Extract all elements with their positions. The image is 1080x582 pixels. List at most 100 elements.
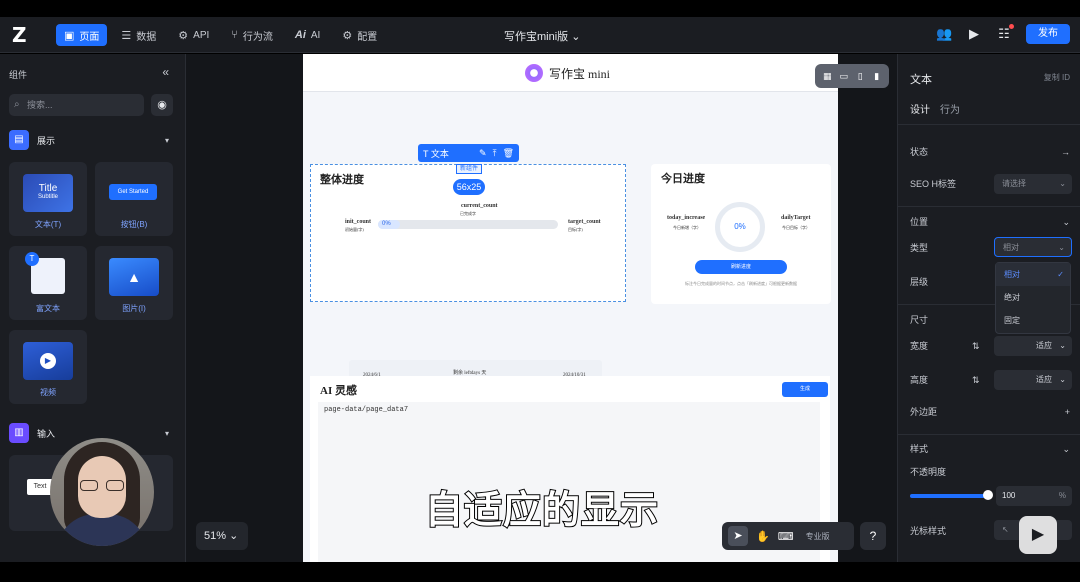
- daily-target: dailyTarget: [781, 215, 811, 221]
- style-label: 样式: [910, 444, 929, 454]
- seo-label: SEO H标签: [910, 179, 957, 189]
- richtext-thumbnail: T: [25, 252, 65, 294]
- section-input-label: 输入: [37, 428, 56, 439]
- nav-api[interactable]: ⚙ API: [170, 24, 217, 46]
- opacity-input[interactable]: 100%: [996, 486, 1072, 506]
- section-display[interactable]: ▤ 展示 ▾: [9, 130, 169, 150]
- thumb-title: Title: [38, 183, 58, 194]
- card-label: 文本(T): [34, 220, 62, 229]
- component-card-text[interactable]: Title Subtitle 文本(T): [9, 162, 87, 236]
- opacity-slider[interactable]: [910, 490, 993, 500]
- presenter-glasses: [80, 480, 124, 491]
- width-select[interactable]: 适应 ⌄: [994, 336, 1072, 356]
- margin-row[interactable]: 外边距 +: [910, 402, 1070, 422]
- left-days: 剩余 leftdays 天: [453, 371, 487, 376]
- height-select[interactable]: 适应 ⌄: [994, 370, 1072, 390]
- mobile-icon[interactable]: ▮: [872, 71, 882, 81]
- nav-ai-label: AI: [310, 29, 321, 41]
- position-label: 位置: [910, 217, 929, 227]
- option-fixed[interactable]: 固定: [996, 309, 1070, 332]
- flow-icon: ⑂: [231, 29, 238, 41]
- section-display-label: 展示: [37, 135, 56, 146]
- chevron-down-icon: ⌄: [1059, 179, 1066, 188]
- copy-id-button[interactable]: 复制 ID: [1044, 72, 1070, 83]
- properties-title: 文本: [910, 74, 932, 86]
- top-bar: Z ▣ 页面 ☰ 数据 ⚙ API ⑂ 行为流 Ai AI ⚙ 配置 写作宝mini版 ⌄ …: [0, 17, 1080, 53]
- nav-data[interactable]: ☰ 数据: [113, 24, 164, 46]
- component-tag[interactable]: 新组件: [456, 164, 482, 174]
- github-icon[interactable]: ◉: [151, 94, 173, 116]
- properties-tabs: 设计 行为: [910, 101, 960, 116]
- users-icon[interactable]: 👥: [936, 26, 952, 42]
- height-label: 高度: [910, 375, 929, 385]
- refresh-progress-button[interactable]: 刷新进度: [695, 260, 787, 274]
- button-thumbnail: Get Started: [109, 184, 157, 200]
- comment-icon[interactable]: ✎: [479, 148, 487, 159]
- app-title-dropdown[interactable]: 写作宝mini版 ⌄: [504, 28, 580, 44]
- pointer-icon[interactable]: ➤: [728, 526, 748, 546]
- position-section[interactable]: 位置 ⌄: [910, 212, 1070, 232]
- grid-icon[interactable]: ▦: [822, 71, 832, 81]
- card-label: 按钮(B): [120, 220, 148, 229]
- type-value: 相对: [1003, 243, 1019, 252]
- today-increase: today_increase: [667, 215, 706, 221]
- state-row[interactable]: 状态 →: [910, 142, 1070, 162]
- delete-icon[interactable]: 🗑: [503, 148, 514, 159]
- type-label: 类型: [910, 243, 929, 253]
- card-label: 富文本: [36, 304, 60, 313]
- keyboard-icon[interactable]: ⌨: [778, 530, 794, 543]
- slider-handle[interactable]: [983, 490, 993, 500]
- tab-behavior[interactable]: 行为: [940, 101, 960, 116]
- tab-design[interactable]: 设计: [910, 101, 930, 116]
- collapse-icon[interactable]: «: [162, 65, 169, 79]
- search-input[interactable]: ⌕ 搜索...: [9, 94, 144, 116]
- opacity-row: 不透明度: [910, 462, 1070, 482]
- nav-flow[interactable]: ⑂ 行为流: [223, 24, 281, 46]
- size-indicator: 56x25: [453, 179, 485, 195]
- nav-settings[interactable]: ⚙ 配置: [334, 24, 385, 46]
- desktop-icon[interactable]: ▭: [839, 71, 849, 81]
- arrow-right-icon: →: [1061, 147, 1070, 157]
- device-toggle[interactable]: ▦ ▭ ▯ ▮: [815, 64, 889, 88]
- option-absolute[interactable]: 绝对: [996, 286, 1070, 309]
- help-button[interactable]: ?: [860, 522, 886, 550]
- generate-button[interactable]: 生成: [782, 382, 828, 397]
- seo-select[interactable]: 请选择 ⌄: [994, 174, 1072, 194]
- move-up-icon[interactable]: ⤒: [493, 148, 497, 159]
- hand-icon[interactable]: ✋: [756, 530, 770, 543]
- main-nav: ▣ 页面 ☰ 数据 ⚙ API ⑂ 行为流 Ai AI ⚙ 配置: [56, 24, 385, 46]
- today-title: 今日进度: [661, 173, 705, 185]
- plus-icon[interactable]: +: [1065, 402, 1070, 422]
- component-card-video[interactable]: ▶ 视频: [9, 330, 87, 404]
- component-card-button[interactable]: Get Started 按钮(B): [95, 162, 173, 236]
- page-header: 写作宝 mini: [303, 54, 838, 92]
- sliders-icon[interactable]: ⇅: [972, 370, 980, 390]
- component-card-image[interactable]: ▲ 图片(I): [95, 246, 173, 320]
- nav-ai[interactable]: Ai AI: [287, 24, 328, 46]
- opacity-unit: %: [1058, 491, 1066, 500]
- pro-version-label[interactable]: 专业版: [806, 531, 830, 542]
- divider: [898, 434, 1080, 435]
- chevron-down-icon: ⌄: [1062, 444, 1070, 454]
- input-section-icon: ▥: [9, 423, 29, 443]
- play-icon[interactable]: ▶: [966, 26, 982, 42]
- storage-icon[interactable]: ☷: [996, 24, 1014, 42]
- text-thumbnail: Title Subtitle: [23, 174, 73, 212]
- tablet-icon[interactable]: ▯: [855, 71, 865, 81]
- text-type-label: T 文本: [423, 148, 449, 159]
- today-increase-sub: 今日新增（字）: [673, 225, 701, 230]
- init-sub: 初始量(字): [345, 227, 364, 232]
- sliders-icon[interactable]: ⇅: [972, 336, 980, 356]
- component-card-richtext[interactable]: T 富文本: [9, 246, 87, 320]
- option-label: 相对: [1004, 270, 1020, 279]
- ai-title: AI 灵感: [320, 385, 357, 397]
- video-subtitle: 自适应的显示: [424, 489, 659, 533]
- publish-button[interactable]: 发布: [1026, 24, 1070, 44]
- nav-page[interactable]: ▣ 页面: [56, 24, 108, 46]
- zoom-control[interactable]: 51% ⌄: [196, 522, 248, 550]
- chevron-down-icon: ⌄: [1058, 243, 1065, 252]
- chevron-down-icon: ⌄: [1059, 375, 1066, 384]
- style-section[interactable]: 样式 ⌄: [910, 439, 1070, 459]
- type-select[interactable]: 相对 ⌄: [994, 237, 1072, 257]
- option-relative[interactable]: 相对 ✓: [996, 263, 1070, 286]
